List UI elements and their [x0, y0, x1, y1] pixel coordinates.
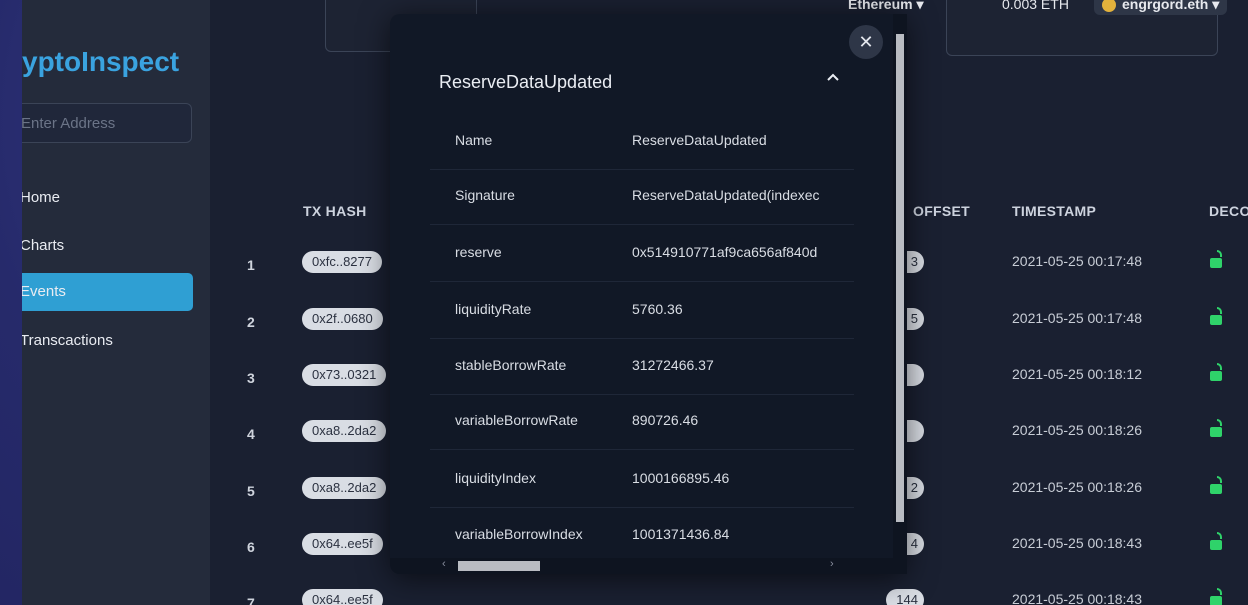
column-header-timestamp[interactable]: TIMESTAMP: [1012, 203, 1096, 219]
column-header-decoded[interactable]: DECO: [1209, 203, 1248, 219]
field-name: variableBorrowIndex: [455, 526, 583, 542]
field-value: 0x514910771af9ca656af840d: [632, 244, 818, 260]
unlock-icon[interactable]: [1208, 362, 1226, 382]
row-index: 6: [247, 539, 255, 555]
row-index: 7: [247, 595, 255, 605]
sidebar-item-charts[interactable]: Charts: [22, 227, 193, 265]
field-name: Name: [455, 132, 493, 148]
offset-pill: 144: [886, 589, 924, 605]
unlock-icon[interactable]: [1208, 475, 1226, 495]
close-button[interactable]: ✕: [849, 25, 883, 59]
row-divider: [430, 169, 854, 170]
column-header-tx-hash[interactable]: TX HASH: [303, 203, 367, 219]
sidebar: yptoInspect Enter Address Home Charts Ev…: [22, 0, 210, 605]
event-detail-modal: ReserveDataUpdated Name ReserveDataUpdat…: [390, 14, 906, 574]
field-value: 31272466.37: [632, 357, 714, 373]
horizontal-scrollbar[interactable]: ‹ ›: [390, 558, 906, 574]
field-value: ReserveDataUpdated(indexec: [632, 187, 820, 203]
account-label: engrgord.eth ▾: [1122, 0, 1220, 12]
row-index: 2: [247, 314, 255, 330]
timestamp: 2021-05-25 00:18:12: [1012, 366, 1142, 382]
chevron-up-icon[interactable]: [826, 69, 840, 87]
sidebar-item-home[interactable]: Home: [22, 179, 193, 217]
row-divider: [430, 281, 854, 282]
row-divider: [430, 449, 854, 450]
app-logo: yptoInspect: [22, 46, 180, 77]
row-divider: [430, 338, 854, 339]
vertical-scrollbar[interactable]: [893, 14, 907, 574]
app-window: yptoInspect Enter Address Home Charts Ev…: [22, 0, 1248, 605]
row-index: 3: [247, 370, 255, 386]
tx-hash-pill[interactable]: 0xa8..2da2: [302, 420, 387, 442]
close-icon[interactable]: ✕: [858, 32, 873, 52]
row-divider: [430, 394, 854, 395]
tx-hash-pill[interactable]: 0xa8..2da2: [302, 477, 387, 499]
tx-hash-pill[interactable]: 0x2f..0680: [302, 308, 383, 330]
row-index: 5: [247, 483, 255, 499]
tx-hash-pill[interactable]: 0x73..0321: [302, 364, 387, 386]
unlock-icon[interactable]: [1208, 531, 1226, 551]
field-name: reserve: [455, 244, 502, 260]
field-value: 1000166895.46: [632, 470, 730, 486]
field-name: variableBorrowRate: [455, 412, 578, 428]
field-name: liquidityIndex: [455, 470, 536, 486]
field-name: stableBorrowRate: [455, 357, 567, 373]
balance-display: 0.003 ETH: [1002, 0, 1069, 12]
network-selector[interactable]: Ethereum ▾: [848, 0, 924, 13]
tx-hash-pill[interactable]: 0x64..ee5f: [302, 589, 383, 605]
field-value: 890726.46: [632, 412, 699, 428]
field-value: 5760.36: [632, 301, 683, 317]
unlock-icon[interactable]: [1208, 587, 1226, 605]
row-divider: [430, 507, 854, 508]
row-index: 1: [247, 257, 255, 273]
account-button[interactable]: engrgord.eth ▾: [1094, 0, 1228, 15]
vertical-scroll-thumb[interactable]: [896, 34, 904, 522]
tx-hash-pill[interactable]: 0xfc..8277: [302, 251, 382, 273]
field-name: Signature: [455, 187, 515, 203]
accordion-title[interactable]: ReserveDataUpdated: [439, 72, 612, 93]
unlock-icon[interactable]: [1208, 418, 1226, 438]
avatar: [1102, 0, 1116, 13]
row-index: 4: [247, 426, 255, 442]
row-divider: [430, 224, 854, 225]
column-header-offset[interactable]: OFFSET: [913, 203, 970, 219]
scroll-left-icon[interactable]: ‹: [442, 558, 446, 570]
timestamp: 2021-05-25 00:18:26: [1012, 422, 1142, 438]
unlock-icon[interactable]: [1208, 306, 1226, 326]
address-input[interactable]: Enter Address: [22, 103, 192, 143]
scroll-right-icon[interactable]: ›: [830, 558, 834, 570]
timestamp: 2021-05-25 00:17:48: [1012, 310, 1142, 326]
timestamp: 2021-05-25 00:18:43: [1012, 535, 1142, 551]
field-value: ReserveDataUpdated: [632, 132, 767, 148]
timestamp: 2021-05-25 00:17:48: [1012, 253, 1142, 269]
field-name: liquidityRate: [455, 301, 532, 317]
timestamp: 2021-05-25 00:18:43: [1012, 591, 1142, 605]
sidebar-item-events[interactable]: Events: [22, 273, 193, 311]
timestamp: 2021-05-25 00:18:26: [1012, 479, 1142, 495]
tx-hash-pill[interactable]: 0x64..ee5f: [302, 533, 383, 555]
field-value: 1001371436.84: [632, 526, 730, 542]
horizontal-scroll-thumb[interactable]: [458, 561, 540, 571]
sidebar-item-transactions[interactable]: Transcactions: [22, 322, 193, 360]
unlock-icon[interactable]: [1208, 249, 1226, 269]
